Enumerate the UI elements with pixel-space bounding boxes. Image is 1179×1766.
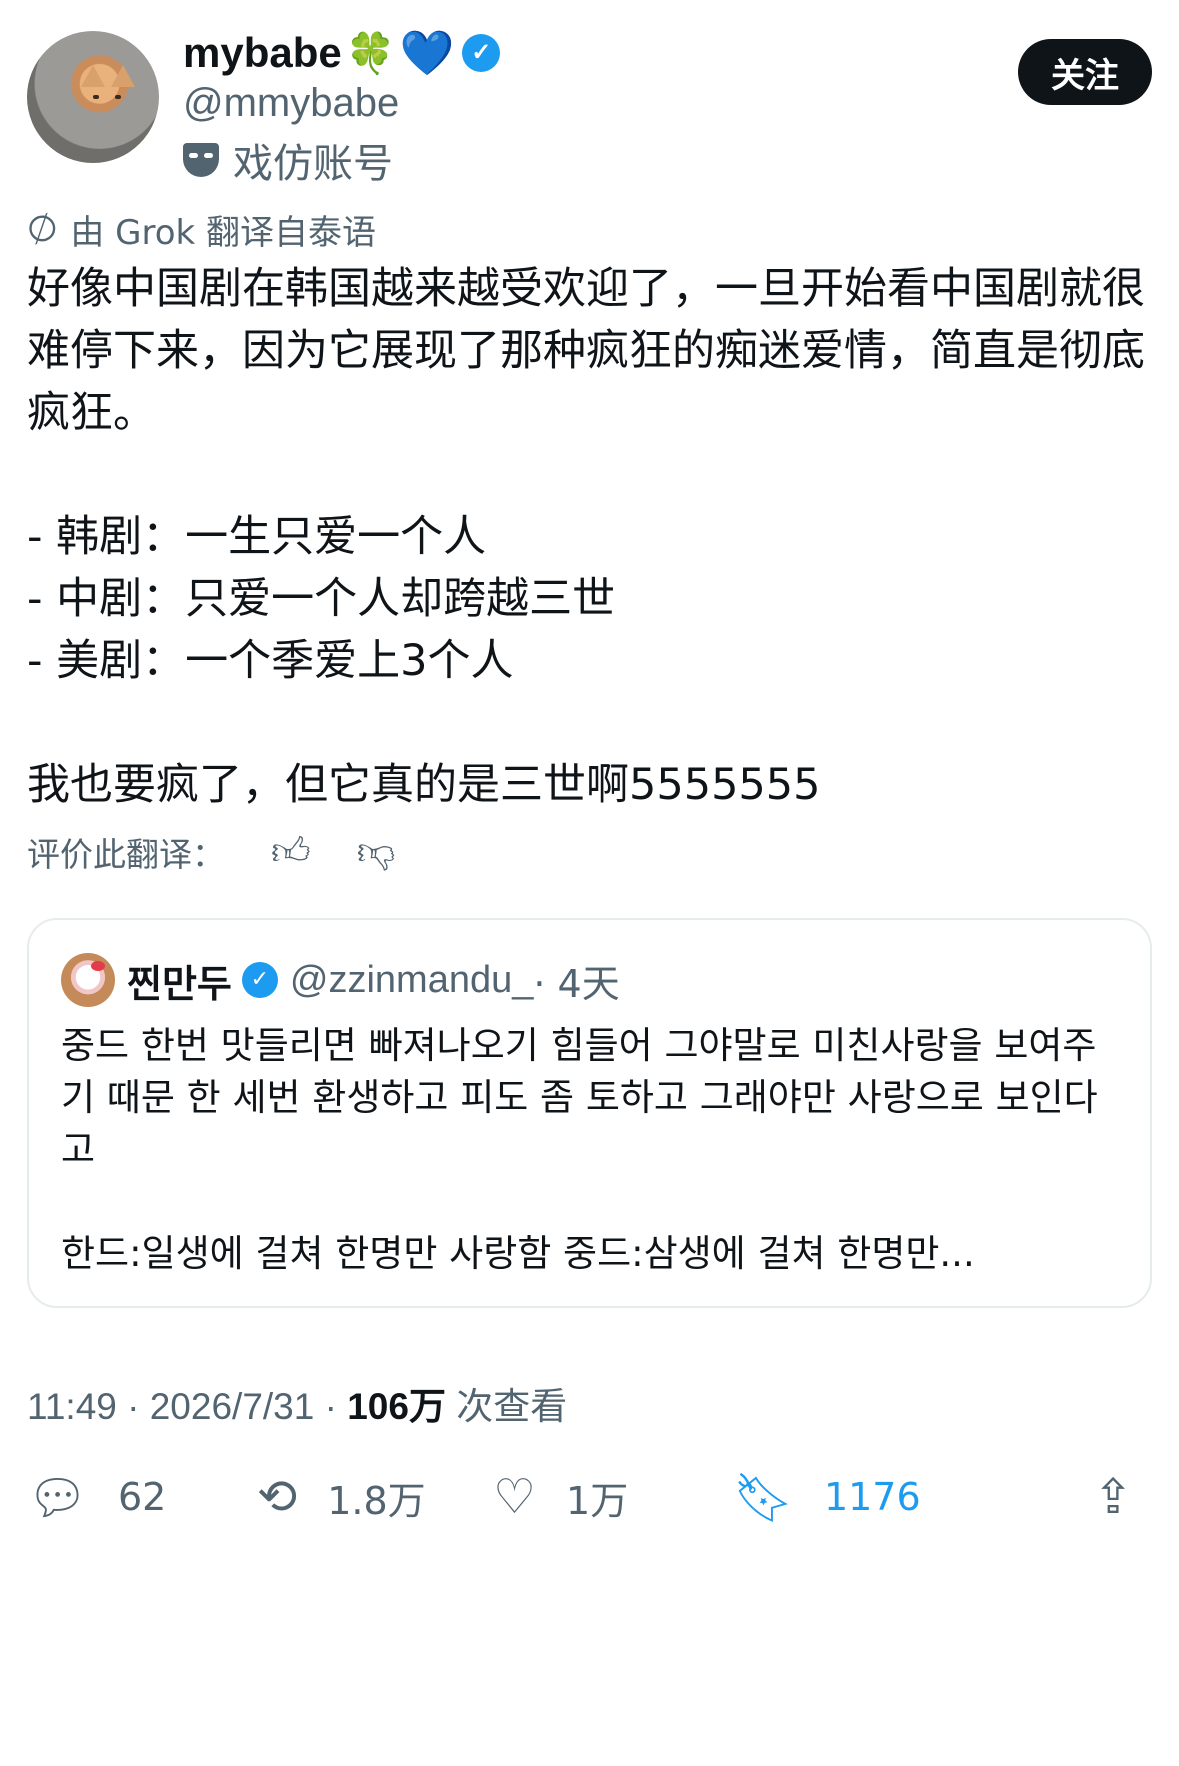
bookmark-icon: 🔖︎: [733, 1469, 794, 1526]
parody-label-text: 戏仿账号: [233, 141, 393, 187]
tweet-line: - 中剧：只爱一个人却跨越三世: [27, 574, 616, 624]
parody-account-label[interactable]: 戏仿账号: [183, 131, 393, 189]
heart-emoji-icon: 💙: [399, 29, 455, 78]
author-avatar[interactable]: [27, 31, 159, 163]
heart-icon: ♡: [493, 1469, 537, 1525]
tweet-meta: 11:49 · 2026/7/31 · 106万 次查看: [27, 1376, 567, 1430]
tweet-line: [27, 444, 1157, 506]
author-name-text[interactable]: mybabe: [183, 29, 342, 77]
rate-translation-label: 评价此翻译：: [27, 835, 225, 874]
thumbs-down-icon[interactable]: 👎︎: [357, 829, 396, 875]
tweet-timestamp[interactable]: 11:49 · 2026/7/31 ·: [27, 1386, 347, 1427]
tweet-line: - 韩剧：一生只爱一个人: [27, 512, 487, 562]
quoted-line: [61, 1176, 1121, 1228]
quoted-tweet-text: 중드 한번 맛들리면 빠져나오기 힘들어 그야말로 미친사랑을 보여주기 때문 …: [61, 1020, 1121, 1280]
verified-badge-icon[interactable]: ✓: [462, 34, 501, 72]
quoted-tweet-time: · 4天: [533, 961, 620, 1006]
author-name[interactable]: mybabe 🍀 💙 ✓: [183, 27, 501, 79]
share-icon: ⇪: [1093, 1469, 1134, 1525]
translation-notice: ∅ 由 Grok 翻译自泰语: [21, 205, 377, 254]
reply-button[interactable]: 💬︎ 62: [27, 1462, 166, 1532]
share-button[interactable]: ⇪: [1093, 1462, 1133, 1532]
quoted-tweet-header: 찐만두 ✓ @zzinmandu_ · 4天: [61, 952, 620, 1008]
tweet-line: - 美剧：一个季爱上3个人: [27, 636, 514, 686]
view-label: 次查看: [445, 1386, 568, 1427]
repost-button[interactable]: ⟲ 1.8万: [257, 1462, 426, 1532]
action-bar: 💬︎ 62 ⟲ 1.8万 ♡ 1万 🔖︎ 1176 ⇪: [27, 1462, 1152, 1532]
bookmark-count: 1176: [823, 1475, 921, 1519]
like-count: 1万: [566, 1478, 629, 1523]
repost-icon: ⟲: [257, 1469, 298, 1525]
rate-translation: 评价此翻译： 👍︎ 👎︎: [27, 828, 395, 876]
reply-count: 62: [117, 1475, 167, 1519]
tweet-line: 好像中国剧在韩国越来越受欢迎了，一旦开始看中国剧就很难停下来，因为它展现了那种疯…: [27, 264, 1145, 438]
grok-icon: ∅: [20, 204, 65, 255]
verified-badge-icon: ✓: [241, 962, 278, 998]
follow-button[interactable]: 关注: [1018, 39, 1152, 105]
quoted-author-avatar: [61, 953, 115, 1007]
like-button[interactable]: ♡ 1万: [493, 1462, 628, 1532]
parody-mask-icon: [183, 143, 219, 177]
quoted-author-handle: @zzinmandu_: [289, 958, 534, 1001]
tweet-line: 我也要疯了，但它真的是三世啊5555555: [27, 760, 821, 810]
view-count: 106万: [347, 1386, 446, 1427]
repost-count: 1.8万: [327, 1478, 426, 1523]
clover-icon: 🍀: [345, 31, 396, 76]
quoted-author-name: 찐만두: [127, 963, 232, 1006]
quoted-line: 중드 한번 맛들리면 빠져나오기 힘들어 그야말로 미친사랑을 보여주기 때문 …: [61, 1024, 1098, 1171]
translation-notice-text: 由 Grok 翻译自泰语: [70, 213, 377, 253]
tweet-text: 好像中国剧在韩国越来越受欢迎了，一旦开始看中国剧就很难停下来，因为它展现了那种疯…: [27, 258, 1157, 816]
quoted-tweet[interactable]: 찐만두 ✓ @zzinmandu_ · 4天 중드 한번 맛들리면 빠져나오기 힘들어 …: [27, 918, 1152, 1308]
quoted-line: 한드:일생에 걸쳐 한명만 사랑함 중드:삼생에 걸쳐 한명만...: [61, 1232, 975, 1275]
reply-icon: 💬︎: [27, 1469, 88, 1526]
thumbs-up-icon[interactable]: 👍︎: [271, 829, 311, 875]
author-handle[interactable]: @mmybabe: [183, 81, 399, 126]
tweet-header: mybabe 🍀 💙 ✓ @mmybabe 戏仿账号 关注: [27, 27, 1152, 187]
bookmark-button[interactable]: 🔖︎ 1176: [733, 1462, 921, 1532]
tweet-line: [27, 692, 1157, 754]
